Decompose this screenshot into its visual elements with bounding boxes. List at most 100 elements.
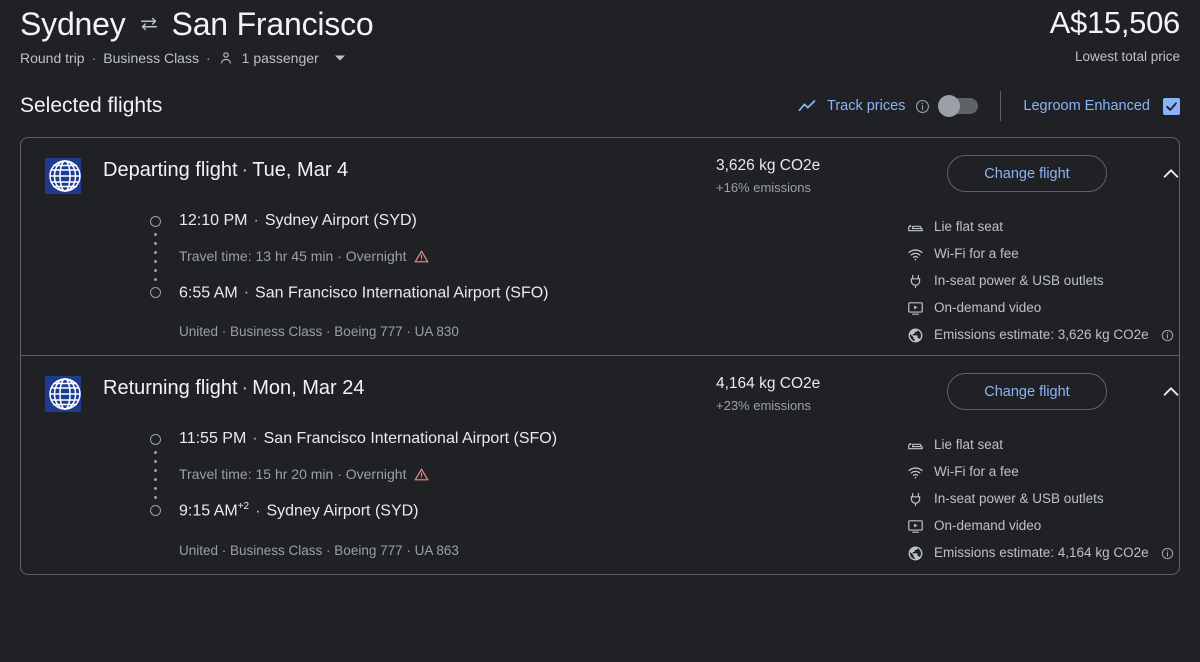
track-prices-toggle[interactable] <box>938 95 979 117</box>
flight-direction-label: Departing flight <box>103 159 238 181</box>
page-title: Sydney San Francisco <box>20 2 374 46</box>
passenger-count[interactable]: 1 passenger <box>242 50 319 66</box>
separator-dot: · <box>255 502 261 520</box>
travel-time-label: Travel time: 13 hr 45 min · Overnight <box>179 248 407 264</box>
amenity-on-demand-video: On-demand video <box>907 299 1174 317</box>
separator-dot: · <box>252 430 258 448</box>
selected-flights-bar: Selected flights Track prices Legroom En… <box>20 91 1180 121</box>
amenity-wifi: Wi-Fi for a fee <box>907 463 1174 481</box>
selected-flights-card: Departing flight · Tue, Mar 4 3,626 kg CO2… <box>20 137 1180 575</box>
arrival-time: 6:55 AM <box>179 284 238 302</box>
amenity-emissions-estimate: Emissions estimate: 3,626 kg CO2e <box>907 326 1174 344</box>
amenity-label: In-seat power & USB outlets <box>934 273 1104 288</box>
amenity-label: Lie flat seat <box>934 437 1004 453</box>
amenity-wifi: Wi-Fi for a fee <box>907 245 1174 263</box>
legroom-enhanced-group[interactable]: Legroom Enhanced <box>1001 97 1180 115</box>
amenity-label: On-demand video <box>934 300 1042 315</box>
trip-type[interactable]: Round trip <box>20 50 85 66</box>
flight-date: Mon, Mar 24 <box>252 377 365 400</box>
amenity-power-outlet: In-seat power & USB outlets <box>907 272 1174 290</box>
lie-flat-seat-icon <box>907 437 924 454</box>
timeline <box>141 210 169 304</box>
departure-time: 11:55 PM <box>179 430 247 448</box>
amenity-label: Lie flat seat <box>934 219 1004 234</box>
amenities-list: Lie flat seat Wi-Fi for a fee In-seat po… <box>907 218 1174 344</box>
arrival-day-offset: +2 <box>237 501 250 513</box>
united-airlines-logo <box>45 158 81 194</box>
separator-dot: · <box>91 50 97 66</box>
emissions-amount: 4,164 kg CO2e <box>716 375 821 393</box>
amenity-emissions-estimate: Emissions estimate: 4,164 kg CO2e <box>907 544 1174 562</box>
on-demand-video-icon <box>907 300 924 317</box>
amenities-list: Lie flat seat Wi-Fi for a fee In-seat po… <box>907 436 1174 562</box>
flight-title: Returning flight · Mon, Mar 24 <box>103 374 364 402</box>
warning-triangle-icon <box>414 467 429 482</box>
info-icon[interactable] <box>1161 547 1174 560</box>
legroom-enhanced-label[interactable]: Legroom Enhanced <box>1023 98 1150 114</box>
destination-city: San Francisco <box>171 6 374 42</box>
caret-down-icon[interactable] <box>334 52 346 64</box>
wifi-icon <box>907 246 924 263</box>
flight-direction-label: Returning flight <box>103 377 238 400</box>
arrival-time: 9:15 AM <box>179 502 238 520</box>
selected-flights-controls: Track prices Legroom Enhanced <box>797 91 1180 121</box>
chevron-up-icon[interactable] <box>1159 380 1179 404</box>
emissions-amount: 3,626 kg CO2e <box>716 157 821 174</box>
timeline <box>141 428 169 522</box>
price-caption: Lowest total price <box>1074 49 1180 64</box>
trending-chart-icon <box>797 96 817 116</box>
info-icon[interactable] <box>915 99 930 114</box>
page-header: Sydney San Francisco Round trip · Busine… <box>20 0 1180 66</box>
emissions-summary: 3,626 kg CO2e +16% emissions <box>716 155 820 195</box>
change-flight-button[interactable]: Change flight <box>947 373 1107 411</box>
origin-city: Sydney <box>20 6 126 42</box>
flight-title: Departing flight · Tue, Mar 4 <box>103 156 348 184</box>
selected-flights-heading: Selected flights <box>20 94 163 117</box>
power-outlet-icon <box>907 491 924 508</box>
arrival-airport: San Francisco International Airport (SFO… <box>255 284 549 302</box>
track-prices-label[interactable]: Track prices <box>827 98 905 114</box>
legroom-enhanced-checkbox[interactable] <box>1163 97 1180 115</box>
change-flight-button[interactable]: Change flight <box>947 155 1107 192</box>
emissions-delta: +23% emissions <box>716 398 812 414</box>
toggle-knob <box>938 95 961 117</box>
lie-flat-seat-icon <box>907 219 924 236</box>
total-price: A$15,506 <box>1049 5 1181 40</box>
route-summary: Sydney San Francisco Round trip · Busine… <box>20 2 374 66</box>
returning-flight-section: Returning flight · Mon, Mar 24 4,164 kg CO… <box>21 355 1179 573</box>
flight-date: Tue, Mar 4 <box>252 159 349 181</box>
separator-dot: · <box>243 284 250 302</box>
timeline-dots <box>153 445 157 505</box>
warning-triangle-icon <box>414 249 429 264</box>
timeline-node-depart <box>149 216 161 227</box>
info-icon[interactable] <box>1161 329 1174 342</box>
swap-horizontal-icon[interactable] <box>138 13 160 35</box>
amenity-label: Wi-Fi for a fee <box>934 464 1019 480</box>
cabin-class[interactable]: Business Class <box>103 50 199 66</box>
track-prices-group[interactable]: Track prices <box>797 95 1000 117</box>
amenity-lie-flat-seat: Lie flat seat <box>907 436 1174 454</box>
separator-dot: · <box>205 50 211 66</box>
on-demand-video-icon <box>907 518 924 535</box>
separator-dot: · <box>253 212 259 229</box>
amenity-label: Emissions estimate: 3,626 kg CO2e <box>934 327 1149 342</box>
emissions-globe-icon <box>907 545 924 562</box>
timeline-node-arrive <box>149 287 161 298</box>
timeline-node-arrive <box>149 505 161 517</box>
chevron-up-icon[interactable] <box>1159 162 1179 186</box>
emissions-globe-icon <box>907 327 924 344</box>
amenity-label: Wi-Fi for a fee <box>934 246 1019 261</box>
timeline-dots <box>153 227 157 287</box>
departure-time: 12:10 PM <box>179 212 248 229</box>
timeline-node-depart <box>149 434 161 446</box>
separator-dot: · <box>241 377 249 400</box>
amenity-label: On-demand video <box>934 518 1042 534</box>
power-outlet-icon <box>907 273 924 290</box>
total-price-block: A$15,506 Lowest total price <box>1049 2 1181 64</box>
amenity-power-outlet: In-seat power & USB outlets <box>907 490 1174 508</box>
departure-airport: Sydney Airport (SYD) <box>264 212 417 229</box>
separator-dot: · <box>241 159 249 181</box>
travel-time-label: Travel time: 15 hr 20 min · Overnight <box>179 466 407 483</box>
wifi-icon <box>907 464 924 481</box>
amenity-label: In-seat power & USB outlets <box>934 491 1104 507</box>
